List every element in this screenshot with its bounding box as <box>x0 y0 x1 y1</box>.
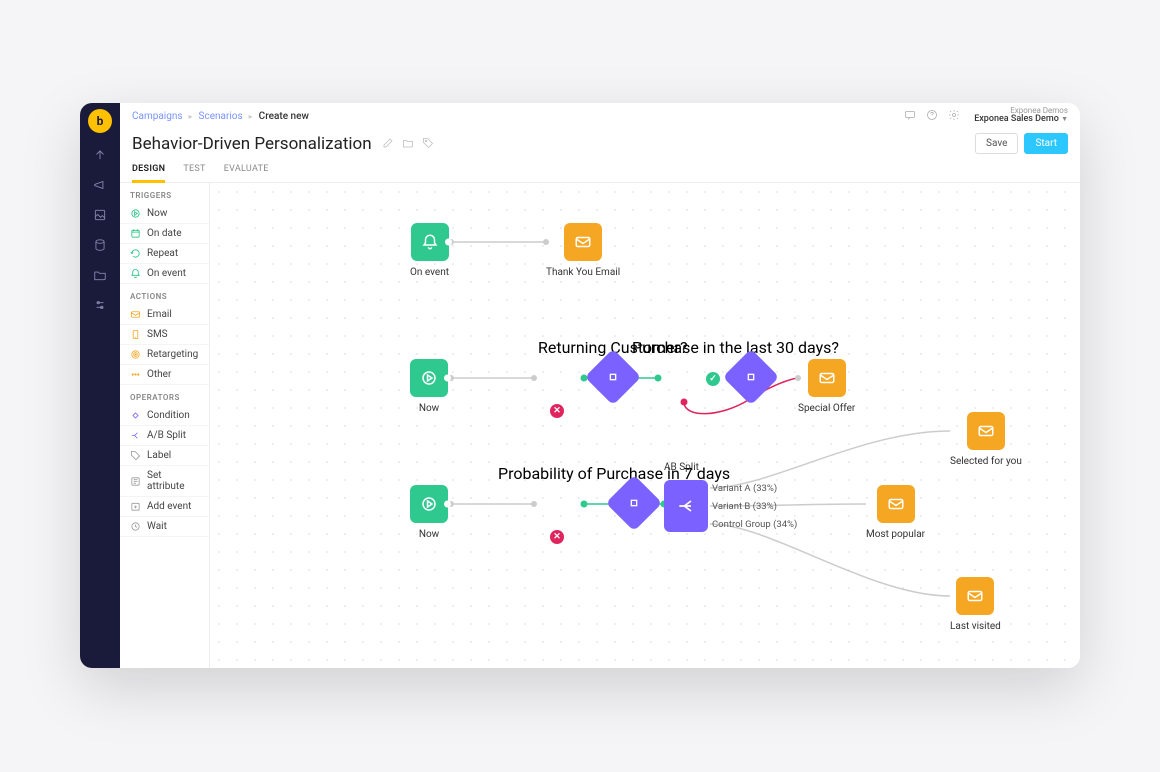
condition-icon <box>606 475 663 532</box>
palette-ab-split[interactable]: A/B Split <box>120 426 209 446</box>
variant-a-label: Variant A (33%) <box>712 480 797 498</box>
node-most-popular[interactable]: Most popular <box>866 485 925 540</box>
node-label: On event <box>410 267 449 278</box>
node-on-event[interactable]: On event <box>410 223 449 278</box>
chevron-down-icon: ▼ <box>1061 115 1068 123</box>
palette-now[interactable]: Now <box>120 204 209 224</box>
split-icon <box>664 480 708 532</box>
palette-wait[interactable]: Wait <box>120 517 209 537</box>
node-special-offer[interactable]: Special Offer <box>798 359 855 414</box>
rail-image-icon[interactable] <box>92 207 108 223</box>
breadcrumb-scenarios[interactable]: Scenarios <box>199 111 243 122</box>
flow-canvas[interactable]: On event Thank You Email Now Returning C… <box>210 183 1080 668</box>
breadcrumb-campaigns[interactable]: Campaigns <box>132 111 183 122</box>
topbar-icons <box>904 109 960 124</box>
ab-variants: Variant A (33%) Variant B (33%) Control … <box>712 480 797 534</box>
palette-condition[interactable]: Condition <box>120 406 209 426</box>
palette-retargeting[interactable]: Retargeting <box>120 345 209 365</box>
brand-logo[interactable]: b <box>88 109 112 133</box>
save-button[interactable]: Save <box>975 133 1018 154</box>
email-icon <box>967 412 1005 450</box>
chevron-right-icon: ▸ <box>189 112 193 121</box>
node-label: Thank You Email <box>546 267 620 278</box>
main-area: Campaigns ▸ Scenarios ▸ Create new Expon… <box>120 103 1080 668</box>
email-icon <box>564 223 602 261</box>
app-window: b Campaigns ▸ Scenarios ▸ Create new Exp… <box>80 103 1080 668</box>
node-label: AB Split <box>664 462 699 473</box>
palette-email[interactable]: Email <box>120 305 209 325</box>
palette-on-event[interactable]: On event <box>120 264 209 284</box>
email-icon <box>956 577 994 615</box>
page-title: Behavior-Driven Personalization <box>132 134 372 154</box>
title-row: Behavior-Driven Personalization Save Sta… <box>120 129 1080 160</box>
tab-evaluate[interactable]: EVALUATE <box>224 160 269 182</box>
check-badge-icon: ✓ <box>706 372 720 386</box>
section-actions: ACTIONS <box>120 284 209 305</box>
palette-label[interactable]: Label <box>120 446 209 466</box>
x-badge-icon: ✕ <box>550 404 564 418</box>
tabs: DESIGN TEST EVALUATE <box>120 160 1080 183</box>
node-last-visited[interactable]: Last visited <box>950 577 1001 632</box>
palette-add-event[interactable]: Add event <box>120 497 209 517</box>
palette-repeat[interactable]: Repeat <box>120 244 209 264</box>
tab-test[interactable]: TEST <box>183 160 205 182</box>
condition-icon <box>584 349 641 406</box>
account-switcher[interactable]: Exponea Demos Exponea Sales Demo ▼ <box>974 107 1068 126</box>
condition-icon <box>722 349 779 406</box>
section-operators: OPERATORS <box>120 385 209 406</box>
bell-icon <box>411 223 449 261</box>
gear-icon[interactable] <box>948 109 960 124</box>
node-label: Purchase in the last 30 days? <box>632 338 839 357</box>
x-badge-icon: ✕ <box>550 530 564 544</box>
chevron-right-icon: ▸ <box>249 112 253 121</box>
palette-on-date[interactable]: On date <box>120 224 209 244</box>
email-icon <box>877 485 915 523</box>
play-icon <box>410 359 448 397</box>
play-icon <box>410 485 448 523</box>
control-group-label: Control Group (34%) <box>712 516 797 534</box>
start-button[interactable]: Start <box>1024 133 1068 154</box>
node-label: Most popular <box>866 529 925 540</box>
node-selected-for-you[interactable]: Selected for you <box>950 412 1022 467</box>
rail-settings-icon[interactable] <box>92 297 108 313</box>
node-ab-split[interactable]: AB Split Variant A (33%) Variant B (33%)… <box>664 480 708 532</box>
palette-set-attribute[interactable]: Set attribute <box>120 466 209 497</box>
edit-icon[interactable] <box>382 134 394 153</box>
node-palette: TRIGGERS Now On date Repeat On event ACT… <box>120 183 210 668</box>
node-now-1[interactable]: Now <box>410 359 448 414</box>
tab-design[interactable]: DESIGN <box>132 160 165 183</box>
account-project: Exponea Sales Demo ▼ <box>974 115 1068 125</box>
tag-icon[interactable] <box>422 134 434 153</box>
rail-folder-icon[interactable] <box>92 267 108 283</box>
node-now-2[interactable]: Now <box>410 485 448 540</box>
folder-icon[interactable] <box>402 134 414 153</box>
rail-megaphone-icon[interactable] <box>92 177 108 193</box>
rail-upload-icon[interactable] <box>92 147 108 163</box>
title-actions <box>382 134 434 153</box>
section-triggers: TRIGGERS <box>120 183 209 204</box>
breadcrumb-current: Create new <box>259 111 309 122</box>
palette-other[interactable]: Other <box>120 365 209 385</box>
node-label: Selected for you <box>950 456 1022 467</box>
node-label: Now <box>410 529 448 540</box>
variant-b-label: Variant B (33%) <box>712 498 797 516</box>
email-icon <box>808 359 846 397</box>
rail-database-icon[interactable] <box>92 237 108 253</box>
node-thank-you-email[interactable]: Thank You Email <box>546 223 620 278</box>
top-bar: Campaigns ▸ Scenarios ▸ Create new Expon… <box>120 103 1080 129</box>
node-label: Last visited <box>950 621 1001 632</box>
node-label: Now <box>410 403 448 414</box>
node-label: Special Offer <box>798 403 855 414</box>
palette-sms[interactable]: SMS <box>120 325 209 345</box>
chat-icon[interactable] <box>904 109 916 124</box>
help-icon[interactable] <box>926 109 938 124</box>
nav-rail: b <box>80 103 120 668</box>
editor-body: TRIGGERS Now On date Repeat On event ACT… <box>120 183 1080 668</box>
